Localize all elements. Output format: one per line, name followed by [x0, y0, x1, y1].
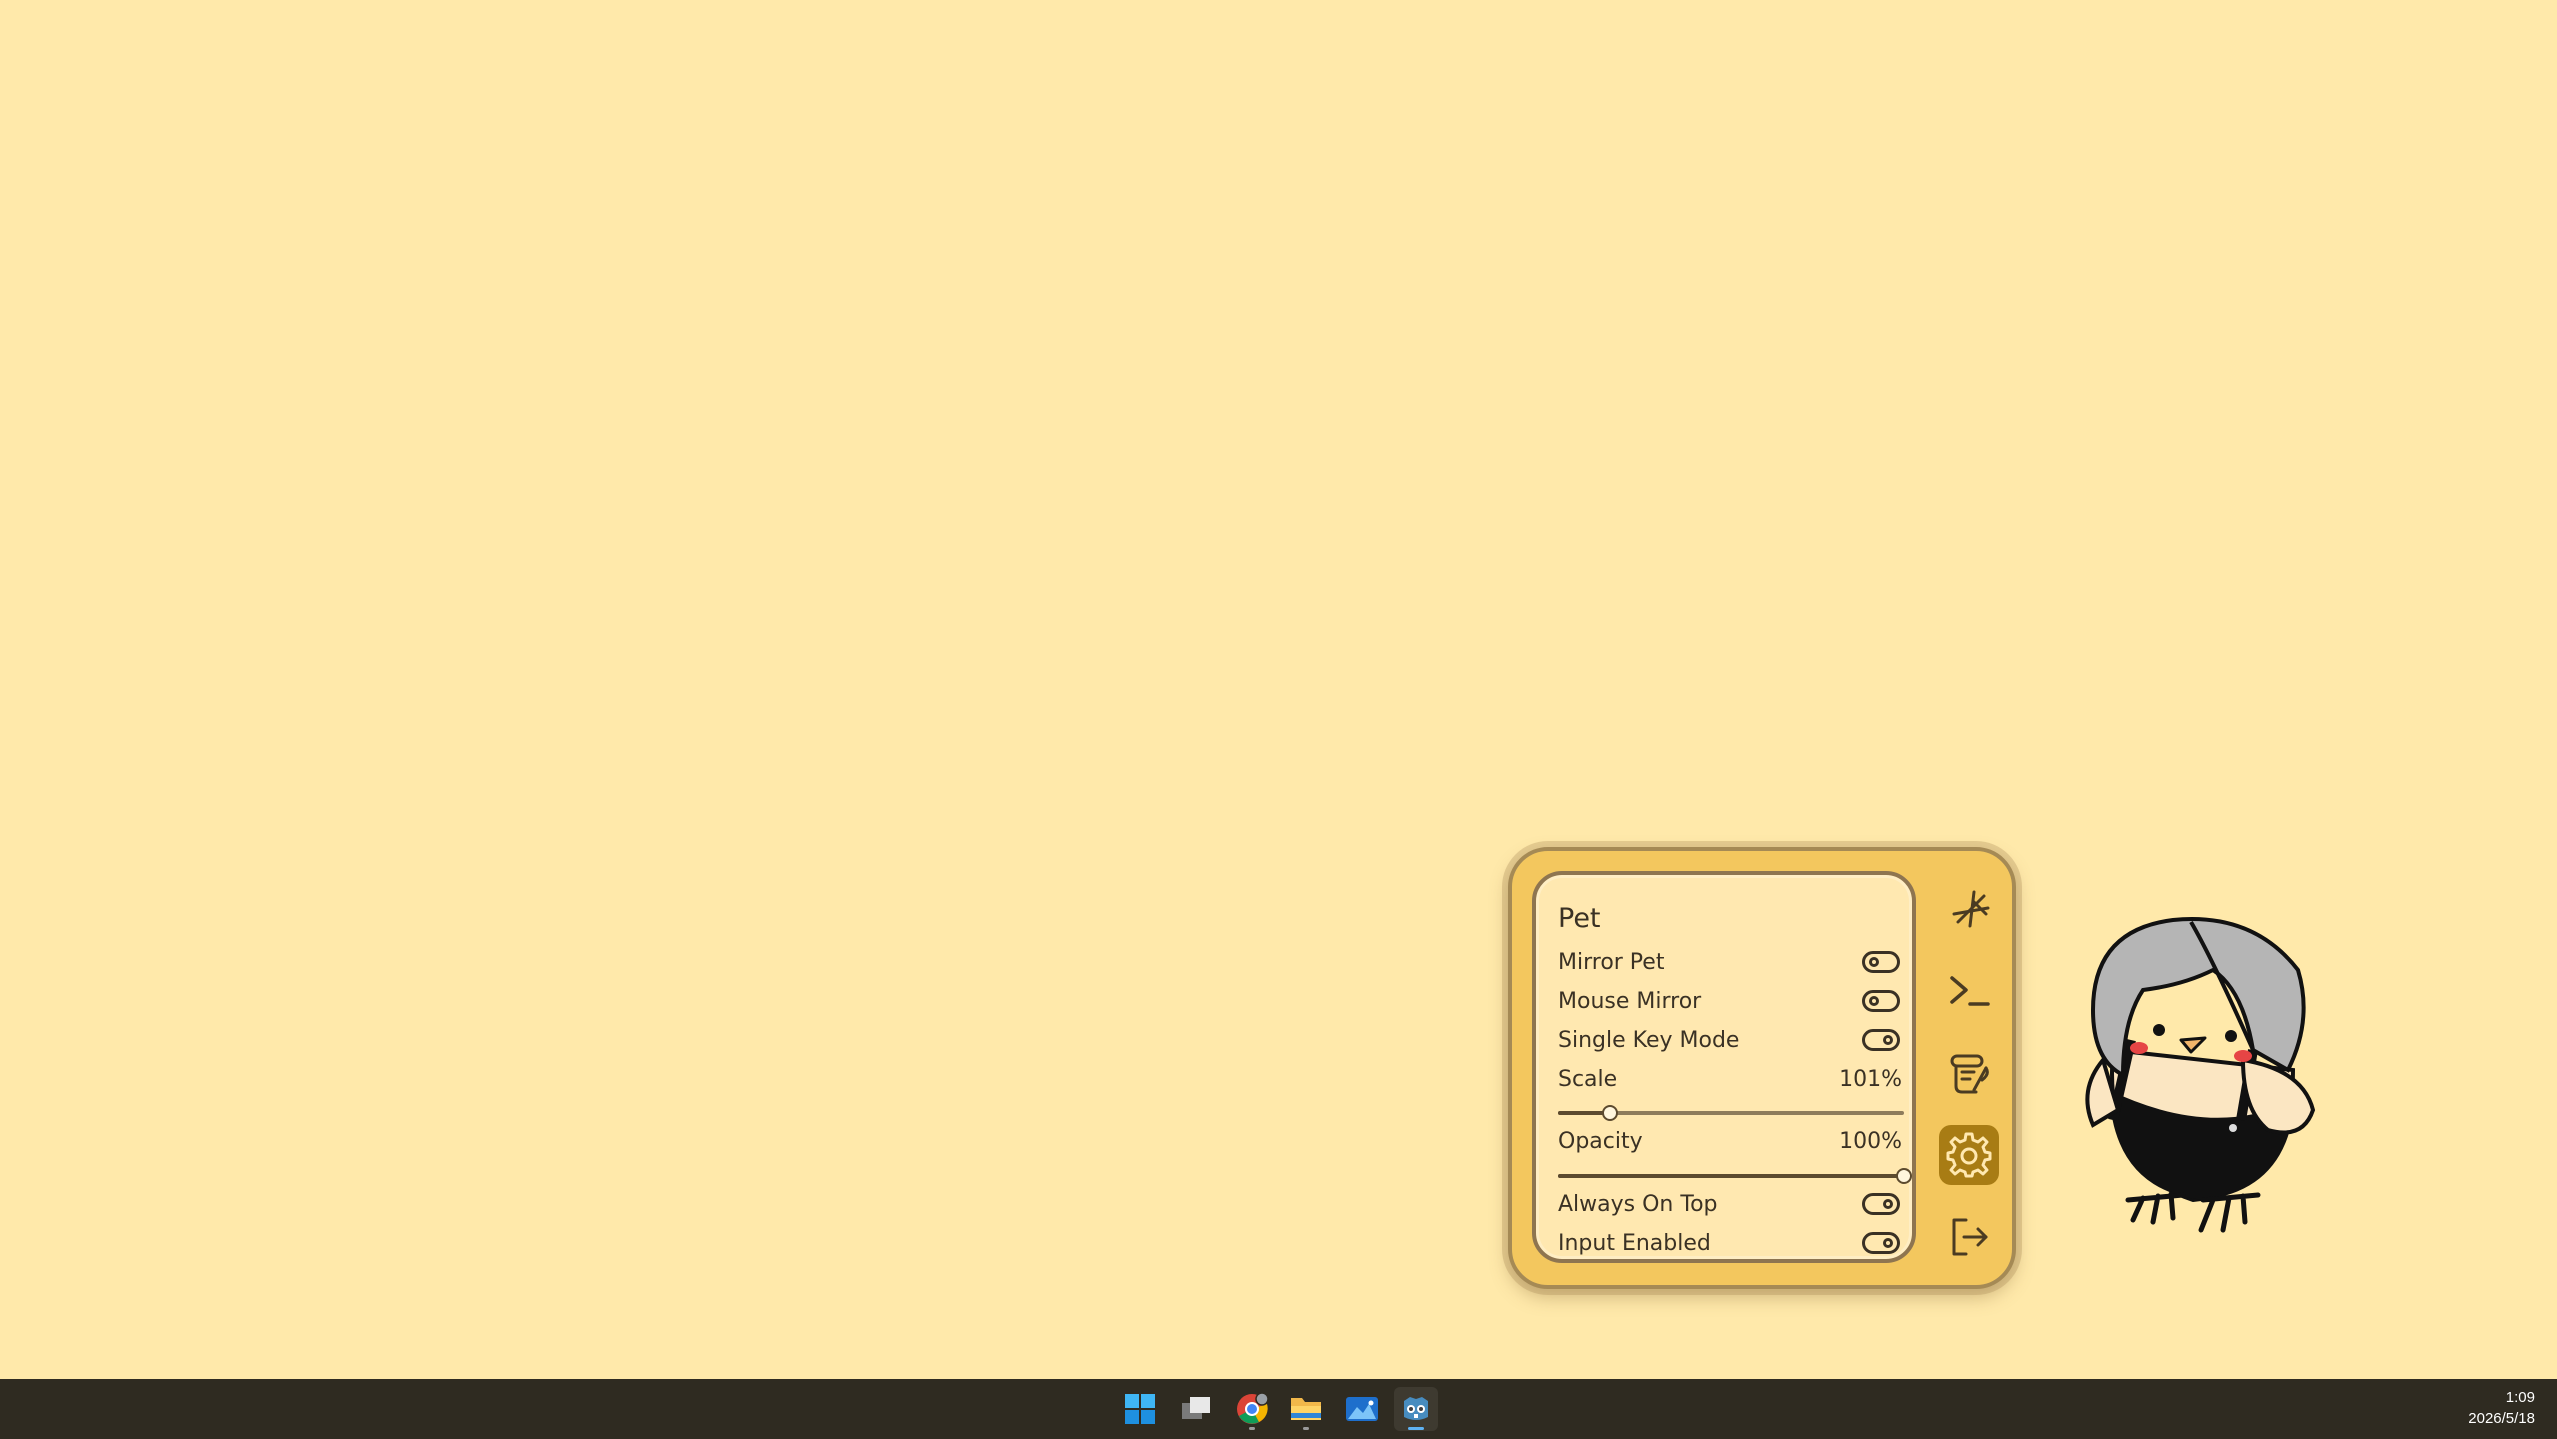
always-on-top-toggle[interactable]: [1862, 1193, 1900, 1215]
sparkle-button[interactable]: [1939, 879, 1999, 939]
opacity-slider[interactable]: [1558, 1168, 1912, 1184]
clock-time: 1:09: [2505, 1389, 2535, 1406]
start-button[interactable]: [1118, 1387, 1162, 1431]
single-key-mode-label: Single Key Mode: [1558, 1028, 1740, 1053]
input-enabled-label: Input Enabled: [1558, 1231, 1711, 1256]
scale-value: 101%: [1839, 1067, 1902, 1092]
scroll-button[interactable]: [1939, 1043, 1999, 1103]
file-explorer-icon: [1291, 1398, 1321, 1420]
pet-settings-panel: Pet Mirror Pet Mouse Mirror Single Key M…: [1508, 847, 2016, 1289]
exit-button[interactable]: [1939, 1207, 1999, 1267]
section-title: Pet: [1558, 903, 1601, 934]
terminal-button[interactable]: [1939, 961, 1999, 1021]
windows-start-icon: [1125, 1394, 1155, 1424]
task-view-button[interactable]: [1174, 1387, 1218, 1431]
toggle-knob: [1869, 996, 1879, 1006]
scale-slider-thumb[interactable]: [1601, 1105, 1618, 1121]
file-explorer-button[interactable]: [1284, 1387, 1328, 1431]
mirror-pet-toggle[interactable]: [1862, 951, 1900, 973]
mouse-mirror-label: Mouse Mirror: [1558, 989, 1702, 1014]
opacity-slider-fill: [1558, 1174, 1904, 1178]
mouse-mirror-toggle[interactable]: [1862, 990, 1900, 1012]
godot-button[interactable]: [1394, 1387, 1438, 1431]
settings-content: Pet Mirror Pet Mouse Mirror Single Key M…: [1532, 871, 1916, 1263]
toggle-knob: [1883, 1238, 1893, 1248]
godot-icon: [1404, 1397, 1428, 1420]
chrome-icon: [1237, 1392, 1269, 1424]
clock-date: 2026/5/18: [2468, 1410, 2535, 1427]
toggle-knob: [1869, 957, 1879, 967]
photos-icon: [1346, 1397, 1378, 1421]
terminal-icon: [1950, 976, 1990, 1006]
opacity-slider-thumb[interactable]: [1896, 1168, 1912, 1184]
opacity-label: Opacity: [1558, 1129, 1643, 1154]
photos-button[interactable]: [1340, 1387, 1384, 1431]
active-indicator: [1408, 1427, 1424, 1430]
system-clock[interactable]: 1:09 2026/5/18: [2468, 1387, 2535, 1429]
always-on-top-label: Always On Top: [1558, 1192, 1718, 1217]
running-indicator: [1303, 1427, 1309, 1430]
taskbar: 1:09 2026/5/18: [0, 1379, 2557, 1439]
scale-label: Scale: [1558, 1067, 1618, 1092]
toggle-knob: [1883, 1199, 1893, 1209]
gear-icon: [1946, 1132, 1992, 1178]
mirror-pet-label: Mirror Pet: [1558, 950, 1665, 975]
single-key-mode-toggle[interactable]: [1862, 1029, 1900, 1051]
settings-button[interactable]: [1939, 1125, 1999, 1185]
toggle-knob: [1883, 1035, 1893, 1045]
scale-slider[interactable]: [1558, 1105, 1904, 1121]
exit-icon: [1952, 1218, 1988, 1256]
sparkle-icon: [1952, 890, 1990, 928]
desktop-pet-character[interactable]: [2073, 900, 2333, 1260]
task-view-icon: [1182, 1397, 1210, 1419]
scroll-quill-icon: [1950, 1054, 1989, 1094]
chrome-button[interactable]: [1230, 1387, 1274, 1431]
running-indicator: [1249, 1427, 1255, 1430]
opacity-value: 100%: [1839, 1129, 1902, 1154]
input-enabled-toggle[interactable]: [1862, 1232, 1900, 1254]
